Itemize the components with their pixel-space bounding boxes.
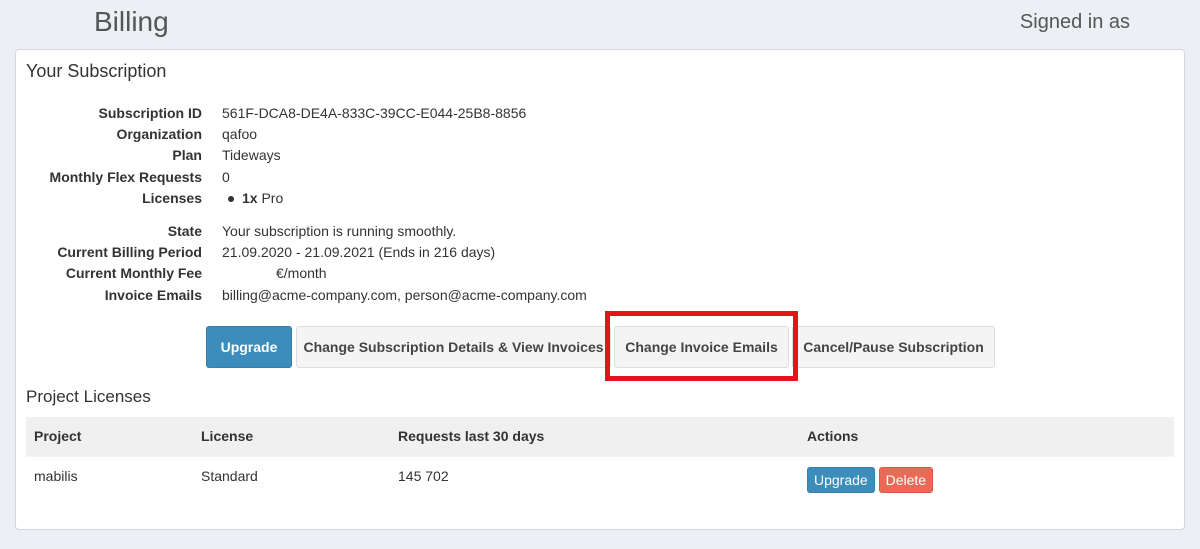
page-title: Billing [94, 6, 169, 37]
detail-row: Subscription ID 561F-DCA8-DE4A-833C-39CC… [16, 102, 716, 123]
row-upgrade-button[interactable]: Upgrade [807, 467, 875, 494]
subscription-state: State Your subscription is running smoot… [16, 220, 716, 305]
license-cell: Standard [193, 455, 390, 496]
project-cell: mabilis [26, 455, 193, 496]
project-licenses-title: Project Licenses [26, 387, 151, 406]
table-row: mabilis Standard 145 702 Upgrade Delete [26, 455, 1174, 496]
cancel-pause-subscription-button[interactable]: Cancel/Pause Subscription [792, 326, 995, 368]
bullet-icon [228, 195, 234, 202]
detail-label: Organization [116, 125, 202, 142]
subscription-title: Your Subscription [26, 61, 167, 81]
upgrade-button[interactable]: Upgrade [206, 326, 292, 368]
subscription-details: Subscription ID 561F-DCA8-DE4A-833C-39CC… [16, 102, 716, 208]
actions-cell: Upgrade Delete [799, 455, 1174, 496]
change-subscription-details-button[interactable]: Change Subscription Details & View Invoi… [296, 326, 611, 368]
table-header-row: Project License Requests last 30 days Ac… [26, 417, 1174, 456]
detail-value: 21.09.2020 - 21.09.2021 (Ends in 216 day… [222, 243, 496, 260]
detail-value: €/month [276, 265, 327, 282]
detail-row: Current Monthly Fee €/month [16, 263, 716, 284]
detail-label: Plan [172, 147, 202, 164]
highlight-box [605, 311, 798, 381]
subscription-card: Your Subscription Subscription ID 561F-D… [15, 49, 1185, 530]
row-delete-button[interactable]: Delete [878, 467, 934, 494]
detail-row: State Your subscription is running smoot… [16, 220, 716, 241]
detail-label: Licenses [142, 189, 202, 206]
detail-label: Monthly Flex Requests [49, 168, 202, 185]
detail-row: Current Billing Period 21.09.2020 - 21.0… [16, 241, 716, 262]
detail-label: Subscription ID [98, 104, 202, 121]
license-type: Pro [261, 189, 284, 206]
requests-cell: 145 702 [390, 455, 799, 496]
column-header: Requests last 30 days [390, 417, 799, 456]
detail-value: Tideways [222, 147, 281, 164]
detail-label: Invoice Emails [104, 286, 202, 303]
detail-row: Plan Tideways [16, 145, 716, 166]
column-header: Project [26, 417, 193, 456]
detail-value: qafoo [222, 125, 258, 142]
detail-value: 1x Pro [222, 190, 283, 206]
detail-value: 0 [222, 168, 230, 185]
detail-label: Current Monthly Fee [65, 265, 202, 282]
license-count: 1x [242, 189, 258, 206]
detail-value: 561F-DCA8-DE4A-833C-39CC-E044-25B8-8856 [222, 104, 527, 121]
detail-value: Your subscription is running smoothly. [222, 222, 457, 239]
signed-in-label: Signed in as [1019, 11, 1130, 33]
detail-label: Current Billing Period [57, 243, 202, 260]
detail-row: Monthly Flex Requests 0 [16, 166, 716, 187]
detail-row: Organization qafoo [16, 123, 716, 144]
licenses-table: Project License Requests last 30 days Ac… [26, 417, 1174, 496]
detail-value: billing@acme-company.com, person@acme-co… [222, 286, 587, 303]
column-header: License [193, 417, 390, 456]
detail-row: Invoice Emails billing@acme-company.com,… [16, 284, 716, 305]
detail-row: Licenses 1x Pro [16, 187, 716, 208]
detail-label: State [167, 222, 202, 239]
column-header: Actions [799, 417, 1174, 456]
